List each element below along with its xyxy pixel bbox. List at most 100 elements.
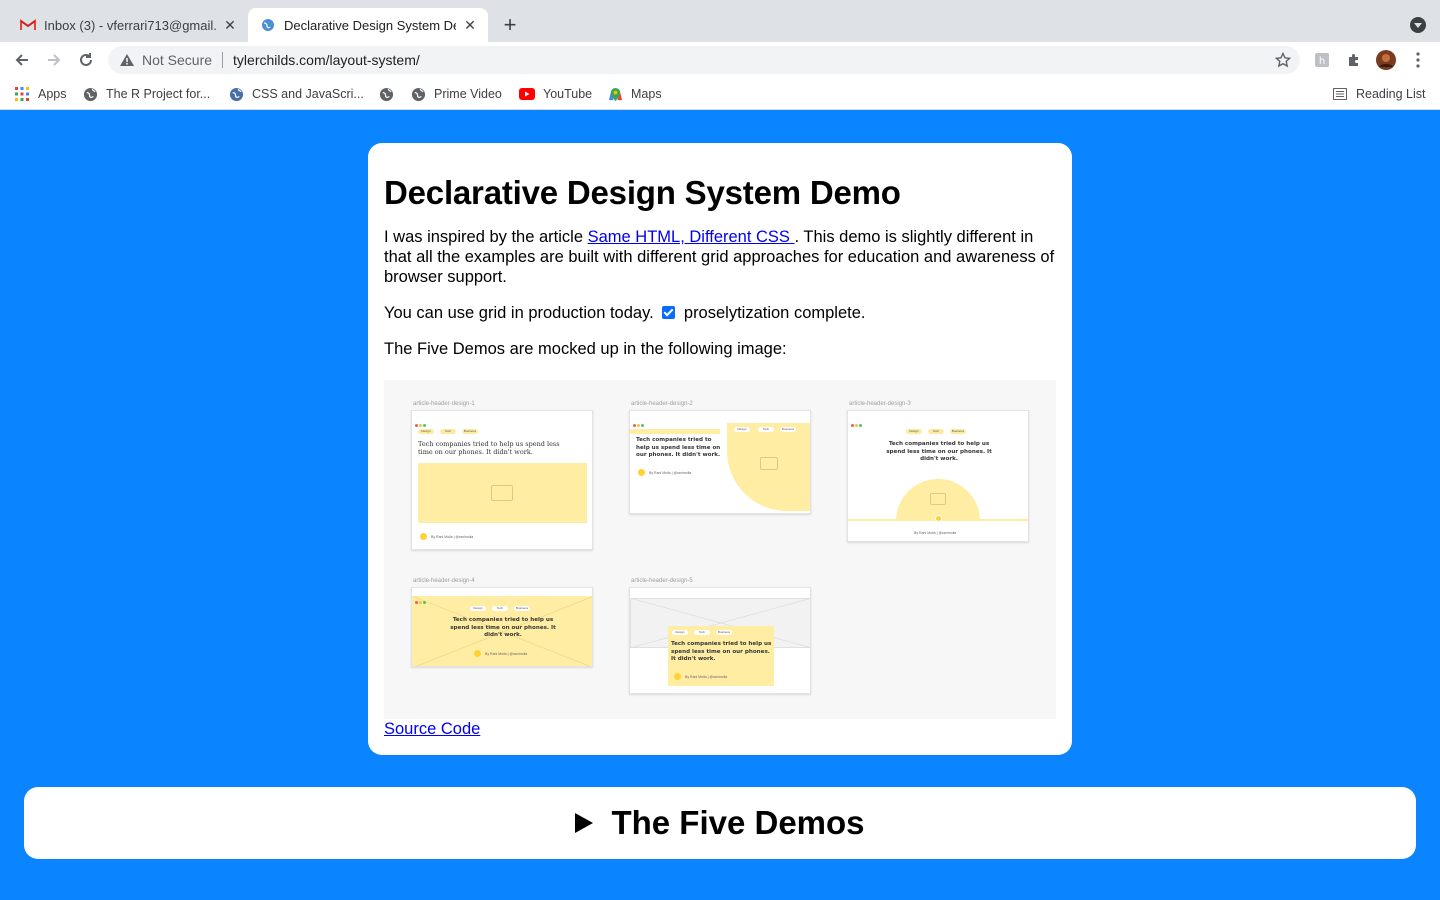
bookmark-label: Prime Video — [434, 87, 502, 101]
mock-intro-paragraph: The Five Demos are mocked up in the foll… — [384, 340, 787, 358]
intro-card: Declarative Design System Demo I was ins… — [368, 143, 1072, 755]
mock-headline: Tech companies tried to help us spend le… — [450, 617, 556, 638]
image-placeholder-icon — [491, 485, 513, 501]
globe-icon — [260, 17, 276, 33]
bookmark-label: CSS and JavaScri... — [252, 87, 364, 101]
mock-tag: Business — [950, 429, 966, 434]
bookmark-prime-video[interactable]: Prime Video — [410, 85, 502, 103]
profile-avatar[interactable] — [1376, 50, 1396, 70]
mock-tag: Design — [470, 606, 486, 611]
five-demos-summary[interactable]: The Five Demos — [611, 804, 864, 842]
image-placeholder-icon — [760, 457, 778, 470]
mock-headline: Tech companies tried to help us spend le… — [671, 641, 772, 662]
mock-tag: Tech — [694, 630, 710, 635]
grid-paragraph: You can use grid in production today. pr… — [384, 303, 1056, 323]
mock-caption: article-header-design-1 — [413, 401, 475, 407]
reading-list-label: Reading List — [1356, 87, 1426, 101]
tab-title: Declarative Design System Den — [284, 17, 456, 33]
mock-yellow-bar — [630, 429, 720, 434]
source-code-link[interactable]: Source Code — [384, 720, 480, 739]
globe-icon — [82, 86, 98, 102]
youtube-icon — [519, 86, 535, 102]
window-dots — [633, 591, 645, 604]
mock-tag: Design — [672, 630, 688, 635]
mock-tag: Business — [514, 606, 530, 611]
globe-icon — [410, 86, 426, 102]
intro-text: I was inspired by the article — [384, 228, 588, 246]
extension-icon[interactable]: h — [1312, 50, 1332, 70]
mock-tag: Design — [734, 427, 750, 432]
mock-headline: Tech companies tried to help us spend le… — [418, 440, 560, 456]
mock-byline: By Rani Molla | @ranimolla — [431, 535, 474, 539]
bookmark-maps[interactable]: Maps — [607, 85, 662, 103]
window-dots — [415, 414, 427, 427]
back-arrow-icon — [15, 54, 28, 66]
globe-icon — [228, 86, 244, 102]
warning-icon[interactable] — [118, 51, 136, 69]
mock-window-1: Design Tech Business Tech companies trie… — [411, 410, 593, 550]
mock-window-3: Design Tech Business Tech companies trie… — [847, 410, 1029, 542]
window-dots — [851, 414, 863, 427]
mock-tag: Business — [462, 429, 478, 434]
tab-title: Inbox (3) - vferrari713@gmail.c — [44, 17, 216, 33]
mock-headline: Tech companies tried to help us spend le… — [636, 437, 721, 458]
bookmark-unnamed[interactable] — [378, 85, 402, 103]
mock-window-2: Design Tech Business Tech companies trie… — [629, 410, 811, 514]
close-icon[interactable]: ✕ — [222, 17, 238, 33]
forward-button[interactable] — [42, 48, 66, 72]
bookmark-youtube[interactable]: YouTube — [519, 85, 592, 103]
mock-caption: article-header-design-4 — [413, 578, 475, 584]
demos-mockup-image: article-header-design-1 Design Tech Busi… — [384, 380, 1056, 719]
mock-tag: Tech — [492, 606, 508, 611]
globe-icon — [378, 86, 394, 102]
reading-list-button[interactable]: Reading List — [1332, 85, 1426, 103]
page-title: Declarative Design System Demo — [384, 174, 901, 211]
maps-icon — [607, 86, 623, 102]
mock-caption: article-header-design-2 — [631, 401, 693, 407]
mock-avatar — [935, 515, 942, 522]
mock-window-5: Design Tech Business Tech companies trie… — [629, 587, 811, 694]
five-demos-disclosure[interactable]: The Five Demos — [24, 787, 1416, 859]
forward-arrow-icon — [48, 54, 61, 66]
divider — [222, 52, 224, 68]
bookmark-star-icon[interactable] — [1274, 51, 1292, 69]
reload-button[interactable] — [74, 48, 98, 72]
security-label[interactable]: Not Secure — [142, 52, 212, 68]
mock-tag: Design — [418, 429, 434, 434]
bookmark-label: Maps — [631, 87, 662, 101]
bookmark-label: Apps — [38, 87, 67, 101]
mock-avatar — [638, 469, 645, 476]
close-icon[interactable]: ✕ — [462, 17, 478, 33]
back-button[interactable] — [10, 48, 34, 72]
image-placeholder-icon — [930, 493, 946, 505]
apps-grid-icon — [14, 86, 30, 102]
extensions-puzzle-icon[interactable] — [1344, 50, 1364, 70]
bookmark-apps[interactable]: Apps — [14, 85, 67, 103]
bookmark-r-project[interactable]: The R Project for... — [82, 85, 210, 103]
checkbox-checked[interactable] — [662, 306, 676, 319]
url-text[interactable]: tylerchilds.com/layout-system/ — [233, 52, 420, 68]
menu-kebab-icon[interactable] — [1408, 50, 1428, 70]
tab-search-icon[interactable] — [1410, 17, 1426, 33]
intro-paragraph: I was inspired by the article Same HTML,… — [384, 227, 1056, 287]
mock-tag: Tech — [928, 429, 944, 434]
address-bar[interactable]: Not Secure tylerchilds.com/layout-system… — [108, 46, 1300, 74]
mock-tag: Tech — [440, 429, 456, 434]
svg-text:h: h — [1319, 56, 1325, 67]
disclosure-triangle-icon[interactable] — [575, 813, 594, 833]
mock-avatar — [674, 673, 681, 680]
tab-gmail-inbox[interactable]: Inbox (3) - vferrari713@gmail.c ✕ — [8, 8, 248, 42]
reading-list-icon — [1332, 86, 1348, 102]
bookmark-css-javascript[interactable]: CSS and JavaScri... — [228, 85, 364, 103]
article-link[interactable]: Same HTML, Different CSS — [588, 228, 795, 246]
gmail-icon — [20, 17, 36, 33]
mock-byline: By Rani Molla | @ranimolla — [914, 531, 957, 535]
mock-byline: By Rani Molla | @ranimolla — [685, 675, 728, 679]
bookmark-label: YouTube — [543, 87, 593, 101]
mock-tag: Tech — [758, 427, 774, 432]
window-dots — [633, 414, 645, 427]
new-tab-button[interactable]: + — [498, 13, 522, 37]
tab-declarative-design[interactable]: Declarative Design System Den ✕ — [248, 8, 488, 42]
mock-window-4: Design Tech Business Tech companies trie… — [411, 587, 593, 667]
mock-avatar — [474, 650, 481, 657]
